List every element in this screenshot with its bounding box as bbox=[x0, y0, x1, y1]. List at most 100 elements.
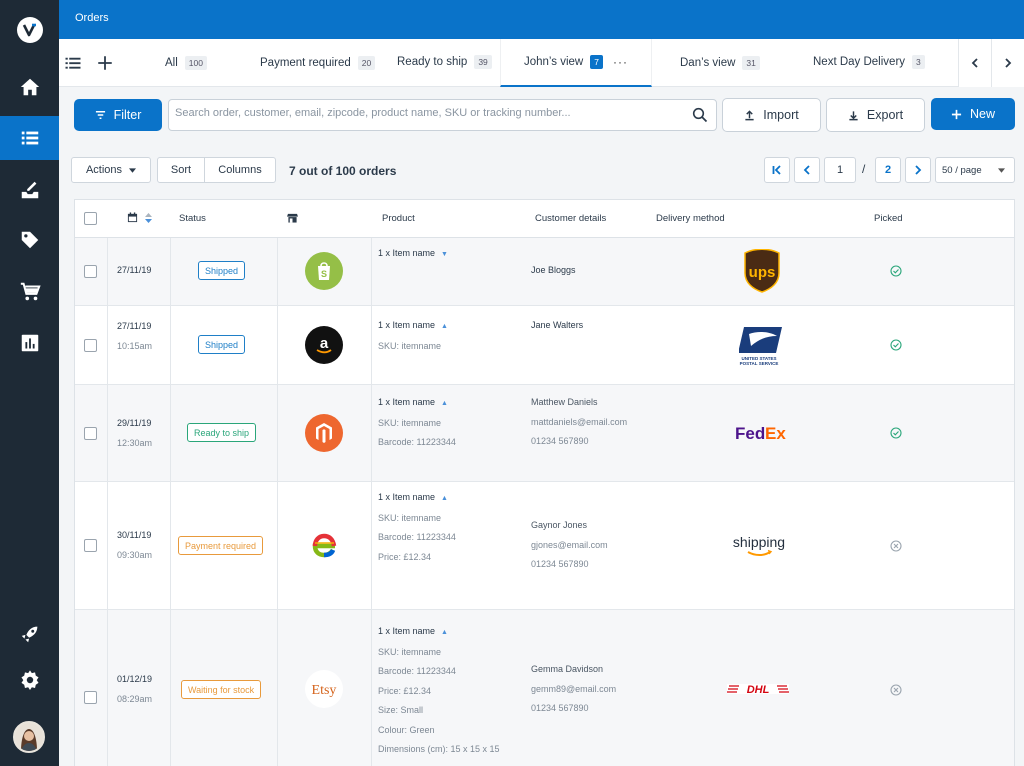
app-logo[interactable] bbox=[0, 0, 59, 60]
row-checkbox[interactable] bbox=[84, 265, 97, 278]
search-input[interactable] bbox=[175, 107, 675, 119]
orders-table: Status Product Customer details Delivery… bbox=[74, 199, 1015, 766]
plus-icon bbox=[98, 56, 112, 70]
tab-johns-view[interactable]: John’s view 7 ··· bbox=[500, 39, 652, 87]
customer-name: Joe Bloggs bbox=[531, 265, 576, 275]
gear-icon bbox=[20, 670, 39, 690]
sidebar-item-reports[interactable] bbox=[0, 321, 59, 365]
fedex-logo-icon: Fed Ex bbox=[735, 422, 791, 449]
caret-down-icon bbox=[129, 167, 137, 173]
columns-button[interactable]: Columns bbox=[204, 157, 276, 183]
table-row[interactable]: 29/11/19 12:30am Ready to ship 1 x Item n… bbox=[75, 385, 1014, 482]
prev-page-button[interactable] bbox=[794, 157, 820, 183]
total-pages[interactable]: 2 bbox=[875, 157, 901, 183]
select-all-checkbox[interactable] bbox=[84, 212, 97, 225]
table-row[interactable]: 27/11/19 10:15am Shipped a 1 x Item name ▲… bbox=[75, 306, 1014, 385]
actions-dropdown[interactable]: Actions bbox=[71, 157, 151, 183]
add-view-button[interactable] bbox=[93, 39, 117, 87]
upload-icon bbox=[745, 109, 754, 120]
sidebar-item-products[interactable] bbox=[0, 218, 59, 262]
tabs-scroll-right-button[interactable] bbox=[991, 39, 1024, 87]
sort-button[interactable]: Sort bbox=[157, 157, 205, 183]
expand-caret-icon[interactable]: ▲ bbox=[441, 400, 448, 407]
picked-check-icon bbox=[890, 427, 902, 439]
row-checkbox[interactable] bbox=[84, 339, 97, 352]
picked-header: Picked bbox=[874, 213, 903, 224]
table-row[interactable]: 01/12/19 08:29am Waiting for stock Etsy 1… bbox=[75, 610, 1014, 766]
new-label: New bbox=[969, 107, 995, 121]
table-row[interactable]: 30/11/19 09:30am Payment required e 1 x I… bbox=[75, 482, 1014, 610]
sidebar-item-launch[interactable] bbox=[0, 612, 59, 656]
tab-ready-to-ship[interactable]: Ready to ship 39 bbox=[397, 38, 492, 86]
sidebar-item-purchasing[interactable] bbox=[0, 270, 59, 314]
expand-caret-icon[interactable]: ▲ bbox=[441, 629, 448, 636]
list-icon bbox=[21, 131, 38, 145]
customer-details: Gemma Davidson gemm89@email.com 01234 56… bbox=[531, 664, 617, 713]
tabs-scroll-left-button[interactable] bbox=[958, 39, 991, 87]
product-details: 1 x Item name ▼ bbox=[378, 248, 448, 258]
export-button[interactable]: Export bbox=[826, 98, 925, 132]
expand-caret-icon[interactable]: ▲ bbox=[441, 495, 448, 502]
sidebar-item-settings[interactable] bbox=[0, 658, 59, 702]
store-icon bbox=[287, 213, 298, 223]
table-header: Status Product Customer details Delivery… bbox=[75, 200, 1014, 238]
filter-label: Filter bbox=[113, 108, 142, 122]
status-badge: Shipped bbox=[198, 261, 246, 280]
export-label: Export bbox=[866, 108, 904, 122]
tab-more-button[interactable]: ··· bbox=[613, 55, 628, 69]
import-button[interactable]: Import bbox=[722, 98, 821, 132]
caret-down-icon bbox=[998, 168, 1005, 173]
status-badge: Waiting for stock bbox=[181, 680, 262, 699]
table-row[interactable]: 27/11/19 Shipped S 1 x Item name ▼ Joe Bl… bbox=[75, 238, 1014, 306]
tabs-bar: All 100 Payment required 20 Ready to ship 3… bbox=[59, 39, 1024, 87]
sort-icon[interactable] bbox=[145, 213, 152, 223]
usps-logo-icon: UNITED STATES POSTAL SERVICE bbox=[738, 324, 785, 371]
svg-text:POSTAL SERVICE: POSTAL SERVICE bbox=[740, 361, 779, 366]
row-checkbox[interactable] bbox=[84, 427, 97, 440]
per-page-select[interactable]: 50 / page bbox=[935, 157, 1015, 183]
svg-text:shipping: shipping bbox=[733, 534, 785, 550]
calendar-icon[interactable] bbox=[127, 212, 138, 223]
collapse-caret-icon[interactable]: ▼ bbox=[441, 251, 448, 258]
ups-logo-icon: ups bbox=[743, 248, 781, 298]
dhl-logo-icon: DHL bbox=[727, 682, 789, 701]
chevron-right-icon bbox=[1005, 58, 1012, 68]
chevron-left-icon bbox=[971, 58, 978, 68]
bar-chart-icon bbox=[21, 334, 38, 352]
tab-all[interactable]: All 100 bbox=[165, 39, 207, 87]
not-picked-icon bbox=[890, 540, 902, 552]
status-badge: Ready to ship bbox=[187, 423, 257, 442]
tab-dans-view[interactable]: Dan’s view 31 bbox=[680, 39, 760, 87]
tab-count: 31 bbox=[742, 56, 760, 70]
plus-icon bbox=[951, 109, 962, 119]
row-checkbox[interactable] bbox=[84, 539, 97, 552]
order-date: 29/11/19 12:30am bbox=[117, 418, 153, 448]
page-title: Orders bbox=[75, 12, 109, 24]
search-icon[interactable] bbox=[692, 107, 708, 123]
order-date: 27/11/19 bbox=[117, 265, 152, 275]
sidebar-item-orders[interactable] bbox=[0, 116, 59, 160]
tab-label: John’s view bbox=[524, 56, 584, 68]
sidebar-item-inbound[interactable] bbox=[0, 168, 59, 212]
sidebar-item-home[interactable] bbox=[0, 65, 59, 109]
tray-icon bbox=[21, 181, 38, 199]
filter-button[interactable]: Filter bbox=[74, 99, 162, 131]
tab-next-day-delivery[interactable]: Next Day Delivery 3 bbox=[813, 38, 925, 86]
first-page-button[interactable] bbox=[764, 157, 790, 183]
tab-payment-required[interactable]: Payment required 20 bbox=[260, 39, 376, 87]
customer-header: Customer details bbox=[535, 213, 607, 224]
expand-caret-icon[interactable]: ▲ bbox=[441, 323, 448, 330]
row-checkbox[interactable] bbox=[84, 691, 97, 704]
next-page-button[interactable] bbox=[905, 157, 931, 183]
svg-text:e: e bbox=[311, 537, 312, 539]
user-avatar[interactable] bbox=[13, 721, 45, 753]
per-page-value: 50 / page bbox=[942, 164, 982, 176]
actions-label: Actions bbox=[85, 164, 123, 176]
product-details: 1 x Item name ▲ SKU: itemname Barcode: 11… bbox=[378, 492, 456, 562]
status-badge: Shipped bbox=[198, 335, 246, 354]
page-number-input[interactable]: 1 bbox=[824, 157, 856, 183]
customer-name: Jane Walters bbox=[531, 320, 584, 330]
product-details: 1 x Item name ▲ SKU: itemname Barcode: 11… bbox=[378, 397, 456, 447]
new-button[interactable]: New bbox=[931, 98, 1015, 130]
views-list-button[interactable] bbox=[61, 39, 85, 87]
